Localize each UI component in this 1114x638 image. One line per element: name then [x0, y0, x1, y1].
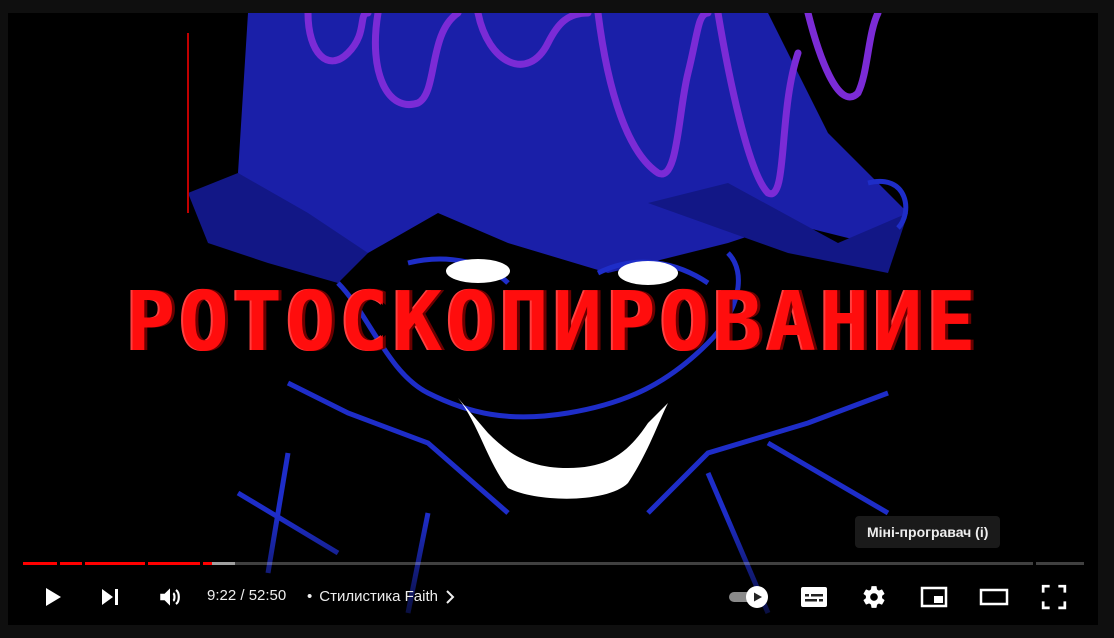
subtitles-button[interactable]	[794, 573, 834, 621]
theater-mode-icon	[979, 588, 1009, 606]
settings-button[interactable]	[854, 573, 894, 621]
gear-icon	[863, 586, 885, 608]
fullscreen-button[interactable]	[1034, 573, 1074, 621]
miniplayer-icon	[920, 586, 948, 608]
play-button[interactable]	[32, 573, 72, 621]
progress-played-segment	[23, 562, 57, 565]
miniplayer-tooltip: Міні-програвач (і)	[855, 516, 1001, 548]
progress-played-segment	[85, 562, 145, 565]
progress-played-segment	[148, 562, 200, 565]
volume-icon	[160, 588, 180, 606]
subtitles-icon	[801, 587, 827, 607]
next-button[interactable]	[90, 573, 130, 621]
chapter-bullet: •	[307, 588, 313, 605]
fullscreen-icon	[1041, 584, 1067, 610]
autoplay-toggle-icon	[729, 586, 768, 608]
chapter-segment[interactable]	[1036, 562, 1084, 565]
mute-button[interactable]	[150, 573, 190, 621]
player-controls: 9:22 / 52:50 • Стилистика Faith	[8, 573, 1098, 621]
progress-bar[interactable]	[23, 562, 1084, 565]
video-player[interactable]: РОТОСКОПИРОВАНИЕ Міні-програвач (і) 9:22…	[8, 13, 1098, 625]
miniplayer-button[interactable]	[914, 573, 954, 621]
next-icon	[102, 589, 118, 605]
autoplay-toggle[interactable]	[724, 573, 774, 621]
progress-played-segment	[60, 562, 82, 565]
chevron-right-icon	[444, 589, 456, 605]
chapter-title: Стилистика Faith	[319, 588, 438, 605]
chapter-segment[interactable]	[203, 562, 1033, 565]
video-title-overlay: РОТОСКОПИРОВАНИЕ	[126, 275, 980, 370]
play-icon	[46, 588, 61, 606]
time-display: 9:22 / 52:50	[207, 587, 287, 604]
chapter-title-button[interactable]: • Стилистика Faith	[301, 573, 456, 621]
theater-mode-button[interactable]	[974, 573, 1014, 621]
progress-played-segment	[203, 562, 212, 565]
